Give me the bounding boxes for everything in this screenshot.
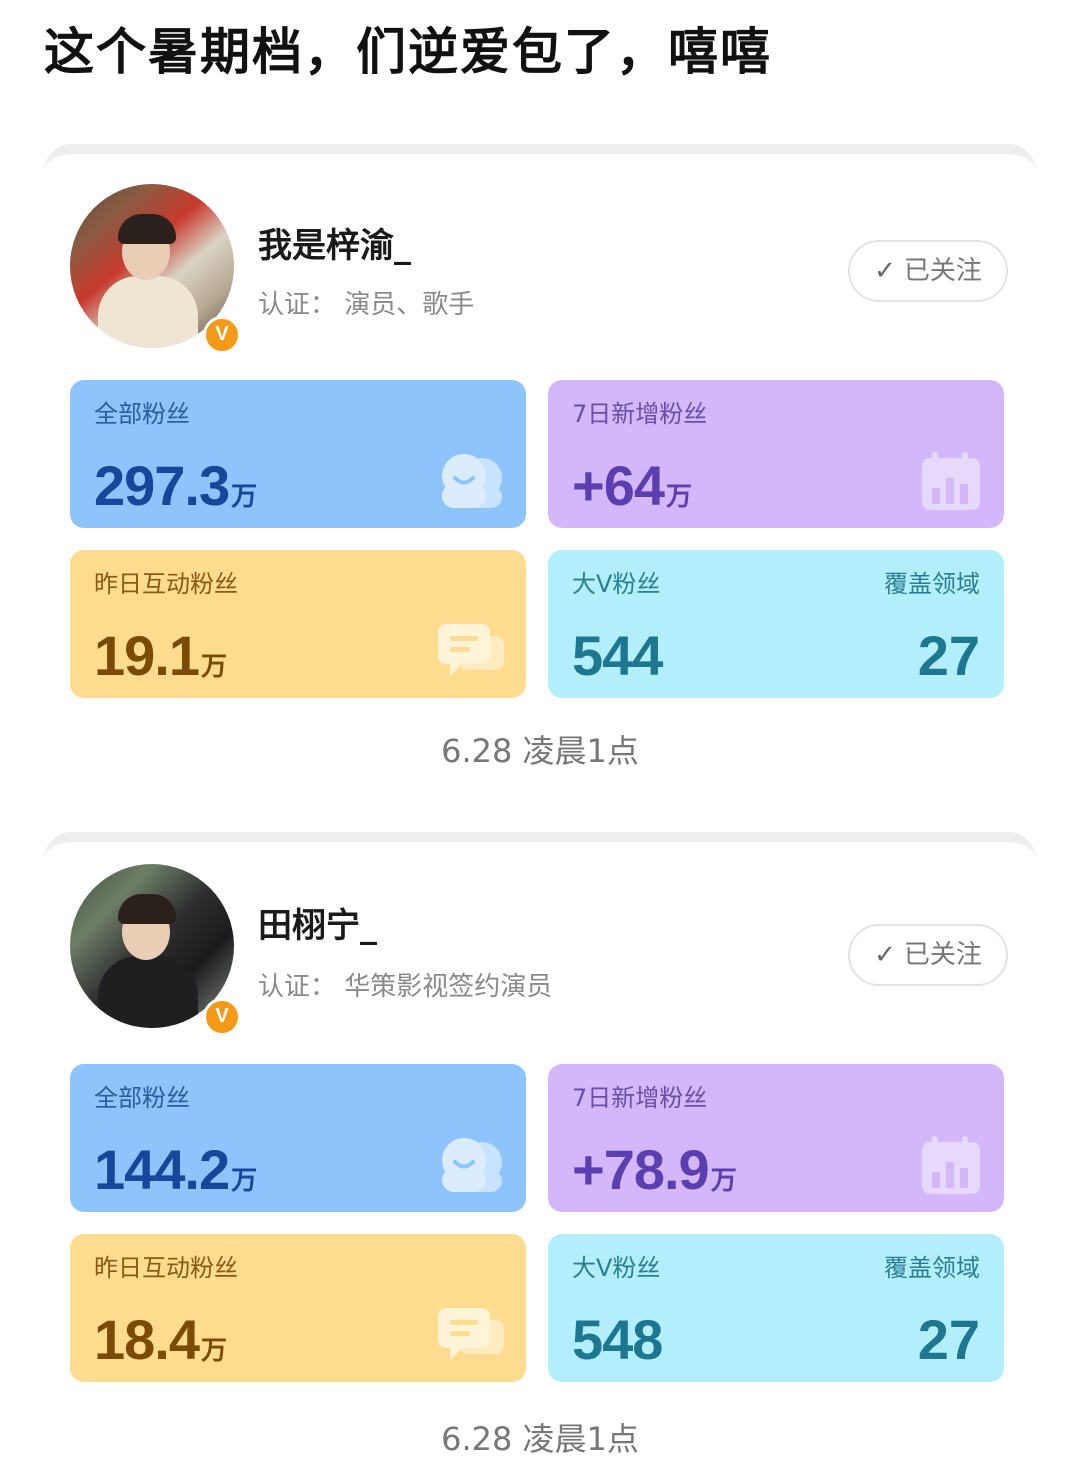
timestamp-caption: 6.28 凌晨1点 (441, 1420, 639, 1458)
verified-badge-icon: V (203, 316, 241, 354)
new-fans-7d-tile[interactable]: 7日新增粉丝 +64万 (548, 380, 1004, 528)
followed-button[interactable]: ✓ 已关注 (848, 924, 1008, 986)
new-fans-7d-label: 7日新增粉丝 (572, 1084, 708, 1112)
interactive-fans-label: 昨日互动粉丝 (94, 1254, 238, 1282)
check-icon: ✓ (874, 256, 896, 286)
total-fans-value: 297.3万 (94, 454, 257, 517)
total-fans-tile[interactable]: 全部粉丝 144.2万 (70, 1064, 526, 1212)
new-fans-7d-tile[interactable]: 7日新增粉丝 +78.9万 (548, 1064, 1004, 1212)
certification-text: 认证： 华策影视签约演员 (258, 972, 553, 1002)
interactive-fans-value: 19.1万 (94, 624, 227, 687)
chat-bubble-icon (438, 624, 504, 676)
total-fans-tile[interactable]: 全部粉丝 297.3万 (70, 380, 526, 528)
profile-name[interactable]: 田栩宁_ (258, 898, 377, 947)
interactive-fans-tile[interactable]: 昨日互动粉丝 19.1万 (70, 550, 526, 698)
bigv-fans-label: 大V粉丝 (572, 570, 661, 598)
bigv-fans-value: 544 (572, 624, 663, 687)
profile-card: V 我是梓渝_ 认证： 演员、歌手 ✓ 已关注 全部粉丝 297.3万 7日新增粉… (44, 144, 1036, 794)
bigv-fans-label: 大V粉丝 (572, 1254, 661, 1282)
profile-card: V 田栩宁_ 认证： 华策影视签约演员 ✓ 已关注 全部粉丝 144.2万 7日新… (44, 832, 1036, 1459)
coverage-fields-value: 27 (917, 1308, 980, 1371)
coverage-fields-label: 覆盖领域 (884, 570, 980, 598)
interactive-fans-value: 18.4万 (94, 1308, 227, 1371)
bigv-fans-tile[interactable]: 大V粉丝 覆盖领域 548 27 (548, 1234, 1004, 1382)
profile-name[interactable]: 我是梓渝_ (258, 218, 411, 267)
coverage-fields-label: 覆盖领域 (884, 1254, 980, 1282)
total-fans-label: 全部粉丝 (94, 1084, 190, 1112)
coverage-fields-value: 27 (917, 624, 980, 687)
follow-label: 已关注 (903, 940, 982, 970)
followed-button[interactable]: ✓ 已关注 (848, 240, 1008, 302)
certification-text: 认证： 演员、歌手 (258, 290, 475, 320)
post-headline: 这个暑期档，们逆爱包了，嘻嘻 (44, 23, 772, 81)
calendar-chart-icon (922, 452, 980, 510)
fans-group-icon (442, 1138, 502, 1192)
chat-bubble-icon (438, 1308, 504, 1360)
timestamp-caption: 6.28 凌晨1点 (441, 732, 639, 770)
bigv-fans-value: 548 (572, 1308, 663, 1371)
new-fans-7d-value: +64万 (572, 454, 692, 517)
check-icon: ✓ (874, 940, 896, 970)
fans-group-icon (442, 454, 502, 508)
new-fans-7d-label: 7日新增粉丝 (572, 400, 708, 428)
interactive-fans-tile[interactable]: 昨日互动粉丝 18.4万 (70, 1234, 526, 1382)
total-fans-label: 全部粉丝 (94, 400, 190, 428)
verified-badge-icon: V (203, 998, 241, 1036)
new-fans-7d-value: +78.9万 (572, 1138, 737, 1201)
follow-label: 已关注 (903, 256, 982, 286)
bigv-fans-tile[interactable]: 大V粉丝 覆盖领域 544 27 (548, 550, 1004, 698)
total-fans-value: 144.2万 (94, 1138, 257, 1201)
interactive-fans-label: 昨日互动粉丝 (94, 570, 238, 598)
calendar-chart-icon (922, 1136, 980, 1194)
